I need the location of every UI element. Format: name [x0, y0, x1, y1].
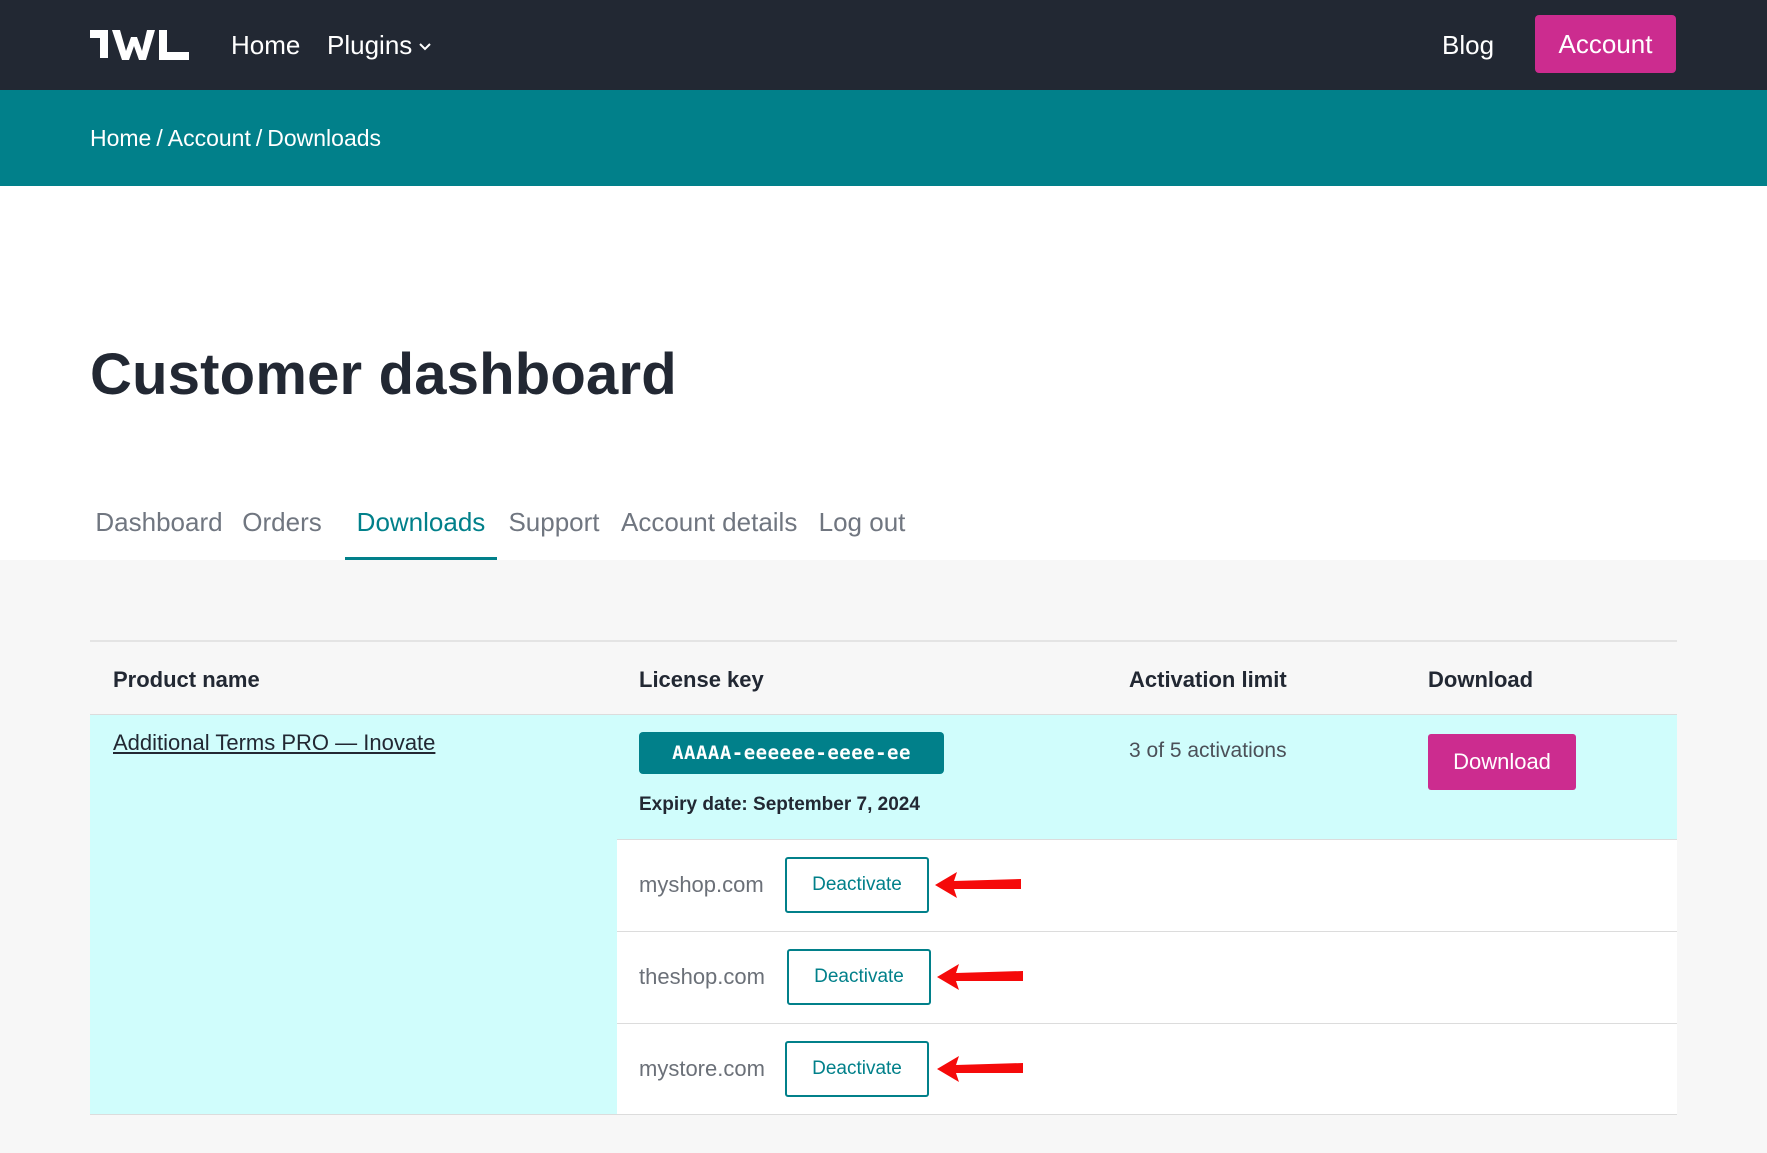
activation-site-row: theshop.com Deactivate [617, 931, 1677, 1023]
red-arrow-icon [935, 872, 1021, 898]
red-arrow-icon [937, 964, 1023, 990]
header-download: Download [1428, 667, 1534, 692]
nav-home-link[interactable]: Home [231, 28, 300, 62]
nav-plugins-label: Plugins [327, 30, 413, 60]
red-arrow-icon [937, 1056, 1023, 1082]
site-domain: theshop.com [639, 964, 765, 989]
breadcrumb-account[interactable]: Account [168, 125, 251, 151]
breadcrumb-current: Downloads [267, 125, 382, 151]
nav-plugins-menu[interactable]: Plugins [327, 28, 432, 62]
header-license-key: License key [639, 667, 764, 692]
tab-orders[interactable]: Orders [238, 500, 326, 560]
table-row: AAAAA-eeeeee-eeee-ee Expiry date: Septem… [617, 715, 1677, 839]
account-tabs: Dashboard Orders Downloads Support Accou… [90, 500, 1090, 560]
tab-downloads[interactable]: Downloads [345, 500, 497, 560]
breadcrumb-separator: / [255, 125, 263, 151]
breadcrumb-home[interactable]: Home [90, 125, 151, 151]
header-activation-limit: Activation limit [1129, 667, 1287, 692]
site-domain: mystore.com [639, 1056, 765, 1081]
breadcrumb-bar: Home / Account / Downloads [0, 90, 1767, 186]
expiry-date: Expiry date: September 7, 2024 [639, 794, 920, 815]
product-cell: Additional Terms PRO — Inovate [90, 715, 617, 1115]
breadcrumb: Home / Account / Downloads [90, 124, 381, 152]
activation-site-row: mystore.com Deactivate [617, 1023, 1677, 1115]
table-header: Product name License key Activation limi… [90, 640, 1677, 715]
nav-blog-link[interactable]: Blog [1442, 28, 1494, 62]
activation-count: 3 of 5 activations [1129, 739, 1287, 762]
breadcrumb-separator: / [156, 125, 163, 151]
table-bottom-border [90, 1114, 1677, 1115]
download-button[interactable]: Download [1428, 734, 1576, 790]
deactivate-button[interactable]: Deactivate [787, 949, 931, 1005]
page-title: Customer dashboard [90, 342, 677, 407]
activation-site-row: myshop.com Deactivate [617, 839, 1677, 931]
product-link[interactable]: Additional Terms PRO — Inovate [113, 728, 435, 758]
tab-support[interactable]: Support [503, 500, 605, 560]
deactivate-button[interactable]: Deactivate [785, 857, 929, 913]
tab-dashboard[interactable]: Dashboard [90, 500, 228, 560]
chevron-down-icon [419, 43, 431, 51]
tab-log-out[interactable]: Log out [812, 500, 912, 560]
site-domain: myshop.com [639, 872, 764, 897]
account-button[interactable]: Account [1535, 15, 1676, 73]
deactivate-button[interactable]: Deactivate [785, 1041, 929, 1097]
tab-account-details[interactable]: Account details [621, 500, 797, 560]
top-nav-bar: Home Plugins Blog Account [0, 0, 1767, 90]
wl-logo[interactable] [90, 27, 190, 63]
header-product-name: Product name [113, 667, 260, 692]
license-key-badge[interactable]: AAAAA-eeeeee-eeee-ee [639, 732, 944, 774]
